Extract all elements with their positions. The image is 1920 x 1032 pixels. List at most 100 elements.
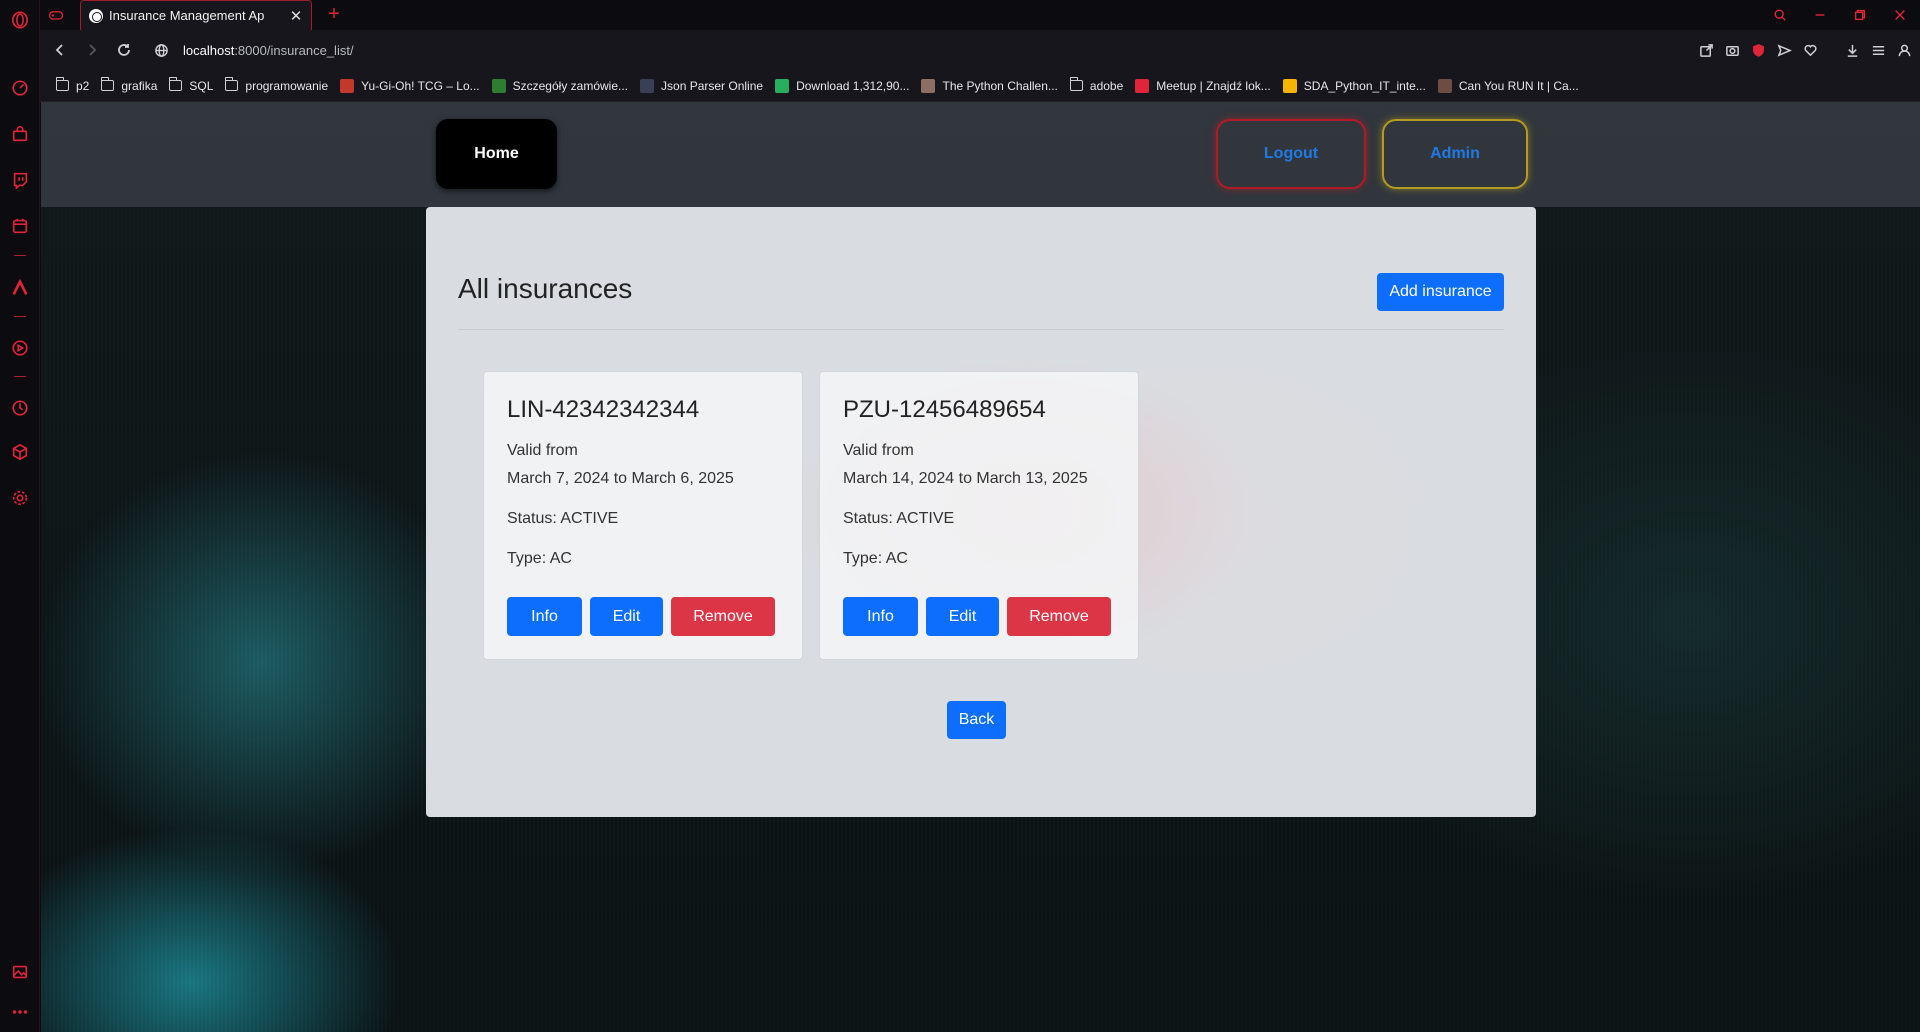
status-text: Status: ACTIVE <box>507 510 619 527</box>
logout-button[interactable]: Logout <box>1216 119 1366 189</box>
url-field[interactable]: localhost:8000/insurance_list/ <box>154 36 354 64</box>
title-divider <box>458 329 1504 330</box>
add-insurance-button[interactable]: Add insurance <box>1377 273 1504 311</box>
aria-icon[interactable] <box>8 276 32 300</box>
insurance-panel: All insurances Add insurance LIN-4234234… <box>426 207 1536 817</box>
downloads-icon[interactable] <box>1842 34 1862 66</box>
bookmark-label: grafika <box>121 78 158 93</box>
remove-button[interactable]: Remove <box>1007 597 1111 636</box>
more-icon[interactable] <box>8 1000 32 1024</box>
bookmark-label: Download 1,312,90... <box>796 78 910 93</box>
reload-icon[interactable] <box>108 34 140 66</box>
policy-number: LIN-42342342344 <box>507 396 700 423</box>
adblock-shield-icon[interactable] <box>1748 34 1768 66</box>
bookmark-label: SQL <box>189 78 214 93</box>
page-viewport: Home Logout Admin All insurances Add ins… <box>41 102 1920 1032</box>
bookmark-label: Szczegóły zamówie... <box>512 78 629 93</box>
folder-icon <box>225 77 239 91</box>
bookmark-item[interactable]: SQL <box>169 77 214 93</box>
speed-dial-icon[interactable] <box>8 76 32 100</box>
insurance-card: PZU-12456489654 Valid from March 14, 202… <box>819 371 1139 660</box>
info-button[interactable]: Info <box>843 597 918 636</box>
bookmark-item[interactable]: The Python Challen... <box>921 78 1058 93</box>
bookmark-item[interactable]: Json Parser Online <box>640 78 764 93</box>
opera-logo-icon[interactable] <box>8 8 32 32</box>
send-icon[interactable] <box>1774 34 1794 66</box>
bookmark-item[interactable]: Meetup | Znajdź lok... <box>1135 78 1271 93</box>
new-tab-icon[interactable]: + <box>324 3 344 26</box>
canyourunit-icon <box>1437 78 1452 93</box>
twitch-icon[interactable] <box>8 168 32 192</box>
bookmark-item[interactable]: grafika <box>101 77 158 93</box>
player-icon[interactable] <box>8 336 32 360</box>
bookmark-label: SDA_Python_IT_inte... <box>1303 78 1426 93</box>
bookmark-label: Json Parser Online <box>661 78 764 93</box>
back-button[interactable]: Back <box>947 701 1006 739</box>
card-actions: Info Edit Remove <box>507 597 775 636</box>
bookmark-item[interactable]: p2 <box>56 77 90 93</box>
edit-button[interactable]: Edit <box>590 597 663 636</box>
bookmark-item[interactable]: Download 1,312,90... <box>775 78 910 93</box>
easy-setup-icon[interactable] <box>1868 34 1888 66</box>
snapshot-icon[interactable] <box>1722 34 1742 66</box>
valid-from-label: Valid from <box>843 442 914 459</box>
gamepad-icon[interactable] <box>48 7 64 23</box>
url-host: localhost <box>183 42 235 58</box>
history-icon[interactable] <box>8 396 32 420</box>
top-navbar: Home Logout Admin <box>41 102 1920 207</box>
sidebar-separator <box>14 255 26 256</box>
search-tabs-icon[interactable] <box>1760 0 1800 30</box>
gallery-icon[interactable] <box>8 960 32 984</box>
page-title: All insurances <box>458 273 633 304</box>
remove-button[interactable]: Remove <box>671 597 775 636</box>
calendar-icon[interactable] <box>8 214 32 238</box>
address-bar-actions <box>1696 34 1914 66</box>
insurance-card: LIN-42342342344 Valid from March 7, 2024… <box>483 371 803 660</box>
close-window-icon[interactable] <box>1880 0 1920 30</box>
tab-title: Insurance Management Ap <box>109 8 265 23</box>
meetup-icon <box>1135 78 1150 93</box>
yugioh-icon <box>340 78 355 93</box>
card-actions: Info Edit Remove <box>843 597 1111 636</box>
type-text: Type: AC <box>843 550 908 567</box>
shopping-icon[interactable] <box>8 122 32 146</box>
profile-icon[interactable] <box>1894 34 1914 66</box>
bookmarks-bar: p2 grafika SQL programowanie Yu-Gi-Oh! TCG –… <box>40 70 1920 102</box>
info-button[interactable]: Info <box>507 597 582 636</box>
bookmark-item[interactable]: Yu-Gi-Oh! TCG – Lo... <box>340 78 480 93</box>
sidebar-separator <box>14 316 26 317</box>
bookmark-label: Meetup | Znajdź lok... <box>1156 78 1271 93</box>
tab-insurance-management[interactable]: Insurance Management Ap ✕ <box>80 0 312 30</box>
home-button[interactable]: Home <box>436 119 557 189</box>
globe-icon <box>89 8 103 23</box>
forward-nav-icon[interactable] <box>76 34 108 66</box>
settings-icon[interactable] <box>8 486 32 510</box>
share-icon[interactable] <box>1696 34 1716 66</box>
folder-icon <box>56 77 69 91</box>
extensions-icon[interactable] <box>8 440 32 464</box>
folder-icon <box>101 77 115 91</box>
bookmark-item[interactable]: programowanie <box>225 77 328 93</box>
restore-icon[interactable] <box>1840 0 1880 30</box>
close-tab-icon[interactable]: ✕ <box>289 7 303 25</box>
admin-button[interactable]: Admin <box>1382 119 1528 189</box>
policy-number: PZU-12456489654 <box>843 396 1046 423</box>
bookmark-label: p2 <box>76 78 90 93</box>
url-path: :8000/insurance_list/ <box>234 42 354 58</box>
bookmark-item[interactable]: SDA_Python_IT_inte... <box>1282 78 1426 93</box>
status-text: Status: ACTIVE <box>843 510 955 527</box>
bookmark-label: Can You RUN It | Ca... <box>1458 78 1579 93</box>
bookmark-item[interactable]: adobe <box>1069 77 1123 93</box>
bookmark-item[interactable]: Can You RUN It | Ca... <box>1437 78 1579 93</box>
back-nav-icon[interactable] <box>44 34 76 66</box>
minimize-icon[interactable] <box>1800 0 1840 30</box>
tab-strip: Insurance Management Ap ✕ + <box>40 0 1920 30</box>
site-info-icon[interactable] <box>154 43 169 58</box>
heart-icon[interactable] <box>1800 34 1820 66</box>
edit-button[interactable]: Edit <box>926 597 999 636</box>
browser-sidebar <box>0 0 40 1032</box>
json-icon <box>640 78 655 93</box>
folder-icon <box>169 77 183 91</box>
bookmark-item[interactable]: Szczegóły zamówie... <box>491 78 629 93</box>
